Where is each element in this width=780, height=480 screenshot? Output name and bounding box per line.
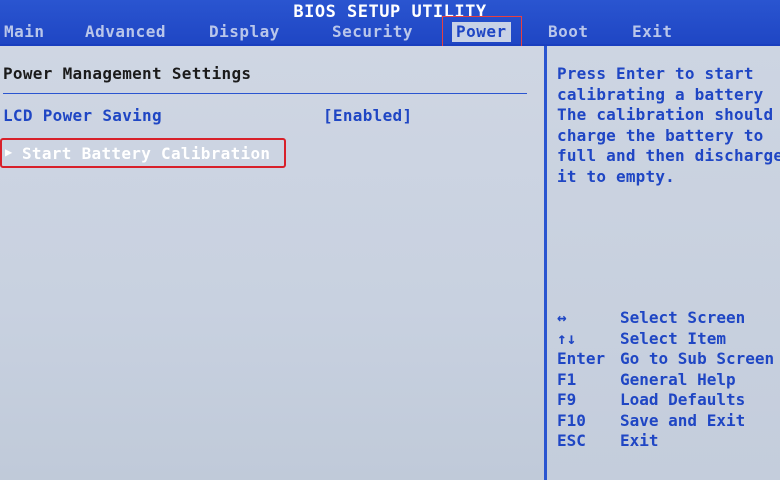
key-desc: Load Defaults (620, 390, 746, 409)
menu-bar: Main Advanced Display Security Power Boo… (0, 22, 780, 44)
bios-title: BIOS SETUP UTILITY (293, 2, 487, 22)
key-row-f10: F10 Save and Exit (557, 411, 780, 432)
section-divider (3, 93, 527, 94)
up-down-arrow-icon: ↑↓ (557, 328, 577, 348)
bios-screen: BIOS SETUP UTILITY Main Advanced Display… (0, 0, 780, 480)
tab-main[interactable]: Main (0, 22, 49, 42)
key-name: ESC (557, 431, 586, 450)
tab-exit[interactable]: Exit (628, 22, 677, 42)
key-legend: ↔ Select Screen ↑↓ Select Item Enter Go … (557, 308, 780, 452)
section-title: Power Management Settings (3, 64, 252, 83)
key-desc: Go to Sub Screen (620, 349, 775, 368)
submenu-arrow-icon: ▶ (5, 145, 13, 159)
start-battery-calibration-label: Start Battery Calibration (22, 144, 271, 163)
settings-panel: Power Management Settings LCD Power Savi… (0, 46, 545, 480)
help-line: it to empty. (557, 166, 675, 186)
tab-security[interactable]: Security (328, 22, 417, 42)
key-desc: General Help (620, 369, 736, 389)
key-row-select-item: ↑↓ Select Item (557, 329, 780, 350)
key-desc: Exit (620, 431, 659, 450)
key-name: F1 (557, 369, 577, 389)
key-row-f9: F9 Load Defaults (557, 390, 780, 411)
help-line: full and then discharge (557, 146, 780, 165)
tab-boot[interactable]: Boot (544, 22, 593, 42)
lcd-power-saving-value[interactable]: [Enabled] (323, 106, 412, 125)
key-row-enter: Enter Go to Sub Screen (557, 349, 780, 370)
start-battery-calibration-item[interactable]: ▶ Start Battery Calibration (0, 138, 286, 168)
key-desc: Select Screen (620, 308, 746, 327)
left-right-arrow-icon: ↔ (557, 308, 567, 327)
key-row-esc: ESC Exit (557, 431, 780, 452)
key-row-select-screen: ↔ Select Screen (557, 308, 780, 329)
help-panel: Press Enter to start calibrating a batte… (547, 46, 780, 480)
tab-advanced[interactable]: Advanced (81, 22, 170, 42)
key-name: F9 (557, 390, 577, 409)
help-line: The calibration should (557, 105, 774, 124)
tab-power[interactable]: Power (452, 22, 511, 42)
key-desc: Select Item (620, 328, 726, 348)
help-line: charge the battery to (557, 125, 764, 145)
title-bar: BIOS SETUP UTILITY Main Advanced Display… (0, 0, 780, 44)
help-description: Press Enter to start calibrating a batte… (557, 64, 780, 187)
key-name: Enter (557, 349, 606, 368)
key-name: F10 (557, 410, 586, 430)
key-row-f1: F1 General Help (557, 370, 780, 391)
help-line: Press Enter to start (557, 64, 754, 83)
key-desc: Save and Exit (620, 410, 746, 430)
tab-display[interactable]: Display (205, 22, 284, 42)
lcd-power-saving-label[interactable]: LCD Power Saving (3, 106, 162, 125)
help-line: calibrating a battery (557, 84, 764, 104)
